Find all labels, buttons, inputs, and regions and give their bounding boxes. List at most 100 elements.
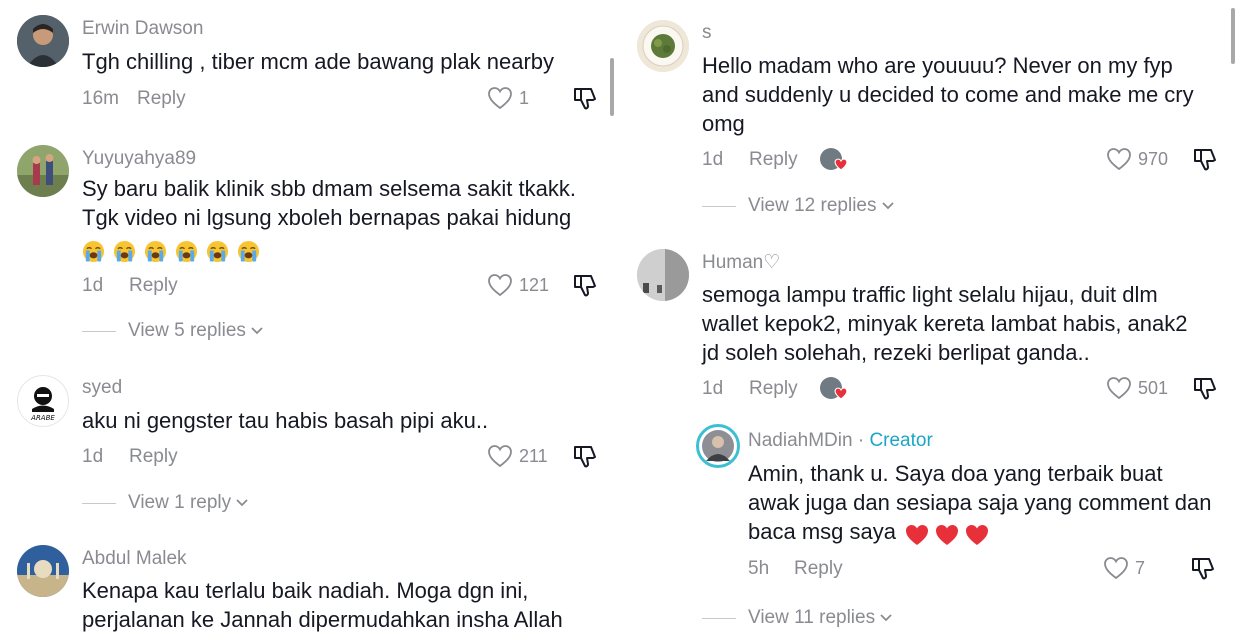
comment-item: Yuyuyahya89 Sy baru balik klinik sbb dma… (0, 140, 620, 350)
dislike-icon (1194, 149, 1216, 171)
creator-badge: Creator (869, 430, 933, 451)
crying-emoji-icon (82, 240, 105, 262)
comment-text: Sy baru balik klinik sbb dmam selsema sa… (82, 174, 612, 263)
dislike-button[interactable] (1192, 146, 1218, 177)
comment-text-line: jd soleh solehah, rezeki berlipat ganda.… (702, 340, 1090, 365)
comment-text: Amin, thank u. Saya doa yang terbaik bua… (748, 459, 1228, 548)
like-button[interactable]: 7 (1103, 556, 1145, 580)
creator-liked-badge (820, 377, 850, 401)
dislike-icon (1192, 558, 1214, 580)
view-replies-button[interactable]: View 1 reply (82, 492, 250, 514)
comment-time: 1d (702, 149, 724, 170)
avatar[interactable] (17, 545, 69, 597)
comment-username[interactable]: s (702, 22, 712, 44)
reply-button[interactable]: Reply (749, 378, 798, 400)
avatar[interactable] (17, 145, 69, 197)
heart-outline-icon (488, 274, 512, 297)
red-heart-emoji-icon (834, 158, 848, 171)
comment-item: Abdul Malek Kenapa kau terlalu baik nadi… (0, 540, 620, 637)
comment-text-line: omg (702, 111, 745, 136)
like-count: 501 (1138, 377, 1169, 398)
red-heart-emoji-icon (906, 524, 929, 545)
reply-button[interactable]: Reply (137, 88, 186, 110)
like-count: 7 (1135, 557, 1146, 578)
like-button[interactable]: 211 (487, 444, 548, 468)
dislike-icon (574, 275, 596, 297)
creator-avatar[interactable] (696, 424, 740, 468)
red-heart-emoji-icon (834, 387, 848, 400)
comment-username[interactable]: Abdul Malek (82, 548, 187, 570)
comment-text-line: Kenapa kau terlalu baik nadiah. Moga dgn… (82, 578, 529, 603)
like-button[interactable]: 121 (487, 273, 549, 297)
comment-item: s Hello madam who are youuuu? Never on m… (620, 0, 1240, 230)
view-replies-label: View 1 reply (128, 492, 232, 513)
comments-column-right: s Hello madam who are youuuu? Never on m… (620, 0, 1240, 637)
crying-emoji-icon (113, 240, 136, 262)
creator-separator: · (852, 430, 870, 451)
reply-button[interactable]: Reply (749, 149, 798, 171)
dislike-button[interactable] (572, 272, 598, 303)
comment-text: Tgh chilling , tiber mcm ade bawang plak… (82, 49, 555, 74)
dislike-button[interactable] (572, 85, 598, 116)
dislike-button[interactable] (1192, 375, 1218, 406)
comment-text-line: wallet kepok2, minyak kereta lambat habi… (702, 311, 1188, 336)
comment-text: Hello madam who are youuuu? Never on my … (702, 51, 1232, 138)
divider (702, 205, 736, 207)
dislike-button[interactable] (1190, 555, 1216, 586)
comment-text-line: Hello madam who are youuuu? Never on my … (702, 53, 1173, 78)
comment-text: aku ni gengster tau habis basah pipi aku… (82, 408, 489, 433)
comment-text-line: semoga lampu traffic light selalu hijau,… (702, 282, 1158, 307)
heart-outline-icon (1104, 557, 1128, 580)
comment-username[interactable]: syed (82, 377, 122, 399)
view-replies-button[interactable]: View 12 replies (702, 195, 896, 217)
comment-text: Kenapa kau terlalu baik nadiah. Moga dgn… (82, 576, 612, 634)
heart-outline-icon (1107, 148, 1131, 171)
red-heart-emoji-icon (936, 524, 959, 545)
reply-button[interactable]: Reply (794, 558, 843, 580)
heart-outline-icon (1107, 377, 1131, 400)
like-button[interactable]: 1 (487, 86, 529, 110)
reply-button[interactable]: Reply (129, 446, 178, 468)
avatar[interactable] (637, 20, 689, 72)
creator-liked-badge (820, 148, 850, 172)
comment-text-line: Sy baru balik klinik sbb dmam selsema sa… (82, 176, 576, 201)
svg-text:ARABE: ARABE (30, 414, 55, 422)
dislike-icon (574, 88, 596, 110)
divider (82, 330, 116, 332)
reply-item: NadiahMDin · Creator Amin, thank u. Saya… (620, 420, 1240, 637)
like-count: 970 (1138, 148, 1169, 169)
comment-time: 16m (82, 88, 119, 109)
comment-text-segment: baca msg saya (748, 519, 896, 544)
comment-time: 1d (702, 378, 724, 399)
chevron-down-icon (881, 202, 894, 210)
chevron-down-icon (236, 499, 248, 507)
like-button[interactable]: 501 (1106, 376, 1168, 400)
reply-username[interactable]: NadiahMDin (748, 430, 853, 451)
comment-text-line: Amin, thank u. Saya doa yang terbaik bua… (748, 461, 1163, 486)
comment-text-line: baca msg saya (748, 517, 1228, 548)
heart-outline-icon (488, 445, 512, 468)
like-count: 1 (519, 87, 530, 108)
avatar[interactable] (637, 249, 689, 301)
comment-time: 1d (82, 275, 104, 296)
view-replies-label: View 12 replies (748, 195, 877, 216)
comment-text-line: and suddenly u decided to come and make … (702, 82, 1194, 107)
dislike-icon (574, 446, 596, 468)
divider (702, 617, 736, 619)
comment-username[interactable]: Erwin Dawson (82, 18, 203, 40)
view-replies-button[interactable]: View 5 replies (82, 320, 265, 342)
comment-username[interactable]: Human♡ (702, 251, 780, 274)
view-replies-button[interactable]: View 11 replies (702, 607, 894, 629)
comment-time: 1d (82, 446, 104, 467)
comment-text-line: awak juga dan sesiapa saja yang comment … (748, 490, 1212, 515)
dislike-button[interactable] (572, 443, 598, 474)
avatar[interactable] (17, 15, 69, 67)
comment-time: 5h (748, 558, 770, 579)
reply-button[interactable]: Reply (129, 275, 178, 297)
comment-username[interactable]: Yuyuyahya89 (82, 148, 196, 170)
comment-text-line: perjalanan ke Jannah dipermudahkan insha… (82, 607, 563, 632)
comment-item: Erwin Dawson Tgh chilling , tiber mcm ad… (0, 0, 620, 130)
crying-emoji-icon (206, 240, 229, 262)
avatar[interactable]: ARABE (17, 375, 69, 427)
like-button[interactable]: 970 (1106, 147, 1168, 171)
